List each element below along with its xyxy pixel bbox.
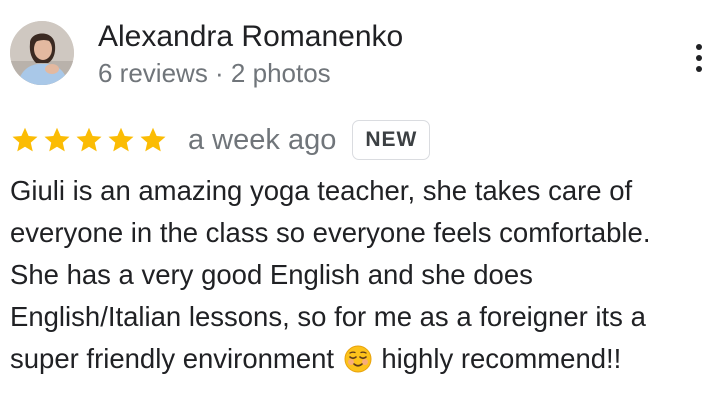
author-name[interactable]: Alexandra Romanenko [98, 19, 403, 55]
star-icon [10, 125, 40, 155]
star-icon [42, 125, 72, 155]
review-card: Alexandra Romanenko 6 reviews · 2 photos… [0, 0, 724, 402]
star-icon [74, 125, 104, 155]
rating-row: a week ago NEW [10, 119, 431, 161]
review-text-segment: highly recommend!! [381, 343, 622, 374]
review-time: a week ago [188, 123, 337, 156]
star-icon [106, 125, 136, 155]
relieved-face-emoji [344, 343, 372, 385]
star-rating [10, 125, 168, 155]
author-stats: 6 reviews · 2 photos [98, 58, 331, 88]
star-icon [138, 125, 168, 155]
avatar-photo [10, 21, 74, 85]
review-text-segment: super friendly environment [10, 343, 335, 374]
vertical-ellipsis-icon [696, 44, 702, 50]
more-options-button[interactable] [686, 40, 712, 76]
new-badge: NEW [352, 120, 431, 160]
review-text-line: She has a very good English and she does [10, 259, 533, 290]
review-text-line: Giuli is an amazing yoga teacher, she ta… [10, 175, 633, 206]
review-text: Giuli is an amazing yoga teacher, she ta… [10, 170, 720, 385]
review-text-line: everyone in the class so everyone feels … [10, 217, 651, 248]
avatar[interactable] [10, 21, 74, 85]
review-text-line: English/Italian lessons, so for me as a … [10, 301, 646, 332]
review-text-line: super friendly environment highly recomm… [10, 338, 720, 385]
